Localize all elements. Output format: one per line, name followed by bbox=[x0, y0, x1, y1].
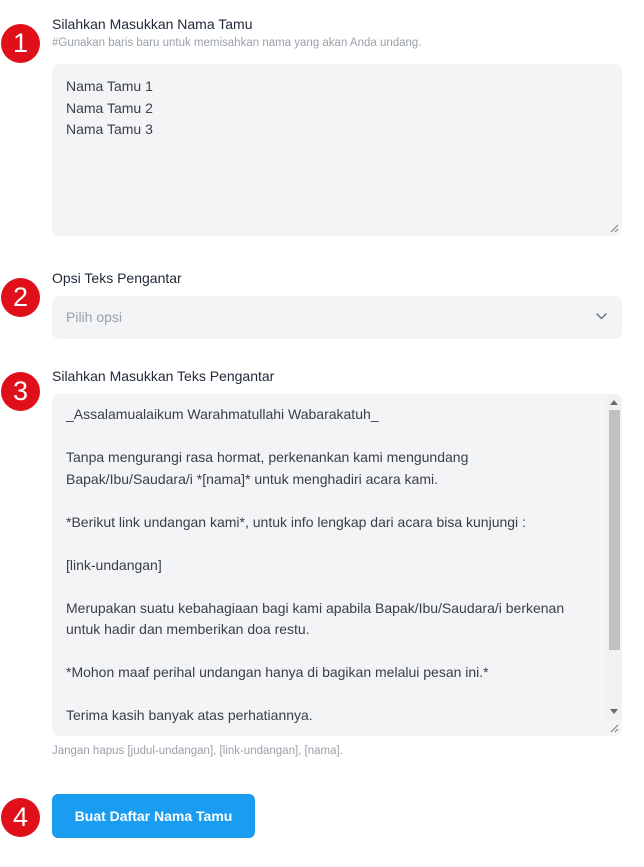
guest-names-textarea[interactable]: Nama Tamu 1 Nama Tamu 2 Nama Tamu 3 bbox=[52, 64, 622, 236]
intro-text-label: Silahkan Masukkan Teks Pengantar bbox=[52, 368, 275, 384]
intro-text-textarea[interactable]: _Assalamualaikum Warahmatullahi Wabaraka… bbox=[52, 394, 622, 736]
step-badge-4: 4 bbox=[1, 798, 40, 837]
intro-option-placeholder: Pilih opsi bbox=[66, 309, 123, 325]
scroll-thumb[interactable] bbox=[609, 410, 620, 650]
resize-grip-icon[interactable] bbox=[610, 224, 619, 233]
guest-names-hint: #Gunakan baris baru untuk memisahkan nam… bbox=[52, 37, 422, 49]
resize-grip-icon[interactable] bbox=[610, 724, 619, 733]
scroll-up-icon[interactable] bbox=[610, 400, 618, 405]
step-badge-1: 1 bbox=[1, 24, 40, 63]
intro-text-scrollbar[interactable] bbox=[606, 394, 622, 720]
chevron-down-icon bbox=[596, 313, 607, 320]
step-badge-3: 3 bbox=[1, 372, 40, 411]
intro-text-hint: Jangan hapus [judul-undangan], [link-und… bbox=[52, 745, 343, 757]
guest-names-label: Silahkan Masukkan Nama Tamu bbox=[52, 16, 253, 32]
create-guest-list-button[interactable]: Buat Daftar Nama Tamu bbox=[52, 794, 255, 838]
intro-option-select[interactable]: Pilih opsi bbox=[52, 296, 622, 339]
intro-option-label: Opsi Teks Pengantar bbox=[52, 270, 182, 286]
step-badge-2: 2 bbox=[1, 278, 40, 317]
intro-text-value: _Assalamualaikum Warahmatullahi Wabaraka… bbox=[66, 406, 565, 723]
guest-names-value: Nama Tamu 1 Nama Tamu 2 Nama Tamu 3 bbox=[66, 78, 153, 137]
scroll-down-icon[interactable] bbox=[610, 709, 618, 714]
